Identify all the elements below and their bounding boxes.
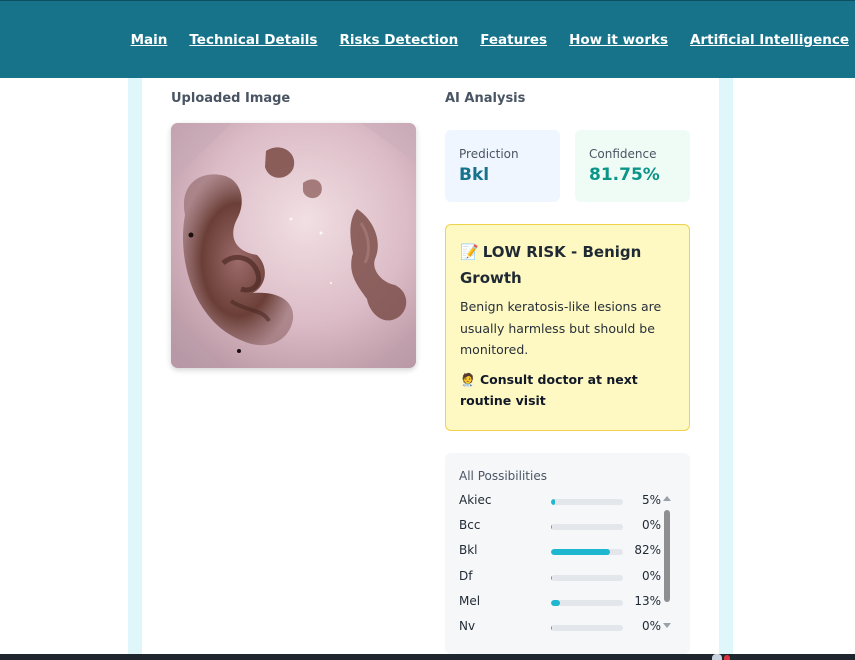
nav-link-how-it-works[interactable]: How it works	[569, 32, 668, 48]
prediction-label: Prediction	[459, 147, 519, 161]
nav-link-features[interactable]: Features	[480, 32, 547, 48]
nav-link-risks-detection[interactable]: Risks Detection	[339, 32, 458, 48]
confidence-card: Confidence 81.75%	[575, 130, 690, 202]
possibility-bar-track	[551, 625, 623, 631]
main-nav: Main Technical Details Risks Detection F…	[109, 32, 849, 48]
possibility-row: Df 0%	[459, 568, 669, 588]
possibility-bar-fill	[551, 599, 561, 606]
all-possibilities-panel[interactable]: All Possibilities Akiec 5% Bcc 0% Bkl 82% Df 0%…	[445, 453, 690, 654]
scroll-up-arrow-icon[interactable]	[663, 496, 671, 501]
possibility-row: Mel 13%	[459, 593, 669, 613]
scroll-down-arrow-icon[interactable]	[663, 623, 671, 628]
risk-description: Benign keratosis-like lesions are usuall…	[460, 299, 662, 357]
possibility-bar-fill	[551, 499, 555, 505]
possibility-percent: 5%	[641, 493, 661, 507]
prediction-value: Bkl	[459, 165, 490, 185]
doctor-icon: 🧑‍⚕️	[460, 371, 476, 387]
tray-badge-icon	[724, 655, 730, 660]
top-navigation-bar: Main Technical Details Risks Detection F…	[0, 0, 855, 78]
possibility-row: Akiec 5%	[459, 492, 669, 512]
possibility-name: Mel	[459, 593, 481, 608]
uploaded-image-heading: Uploaded Image	[171, 91, 291, 106]
possibility-bar-fill	[551, 625, 553, 631]
confidence-value: 81.75%	[589, 165, 660, 185]
lesion-image-drawing	[171, 123, 416, 368]
possibility-bar-track	[551, 549, 623, 556]
possibility-bar-fill	[551, 574, 553, 581]
possibility-bar-track	[551, 524, 623, 531]
tray-icon	[712, 654, 722, 660]
risk-action-line: 🧑‍⚕️ Consult doctor at next routine visi…	[460, 369, 675, 411]
risk-assessment-box: 📝 LOW RISK - Benign Growth Benign keratos…	[445, 224, 690, 431]
possibilities-scrollbar[interactable]	[662, 496, 672, 634]
nav-link-main[interactable]: Main	[131, 32, 168, 48]
possibility-name: Nv	[459, 619, 476, 633]
risk-title-line: 📝 LOW RISK - Benign Growth	[460, 239, 675, 291]
possibility-bar-track	[551, 574, 623, 581]
possibility-row: Bkl 82%	[459, 542, 669, 562]
possibility-percent: 82%	[634, 543, 661, 558]
prediction-card: Prediction Bkl	[445, 130, 560, 202]
nav-link-artificial-intelligence[interactable]: Artificial Intelligence	[690, 32, 849, 48]
memo-icon: 📝	[460, 243, 479, 261]
scroll-thumb[interactable]	[664, 510, 670, 602]
uploaded-lesion-image	[171, 123, 416, 368]
possibility-bar-track	[551, 499, 623, 505]
risk-action: Consult doctor at next routine visit	[460, 371, 638, 408]
possibility-percent: 0%	[641, 568, 661, 583]
confidence-label: Confidence	[589, 147, 657, 161]
risk-title: LOW RISK - Benign Growth	[460, 243, 642, 287]
possibility-bar-fill	[551, 549, 611, 556]
possibility-bar-fill	[551, 524, 553, 531]
possibility-name: Bkl	[459, 543, 478, 558]
possibility-row: Bcc 0%	[459, 517, 669, 537]
possibility-percent: 0%	[641, 518, 661, 533]
nav-link-technical-details[interactable]: Technical Details	[189, 32, 317, 48]
possibility-name: Df	[459, 568, 473, 583]
possibility-name: Bcc	[459, 518, 481, 533]
possibilities-title: All Possibilities	[459, 469, 547, 483]
possibility-percent: 0%	[641, 619, 661, 633]
possibility-name: Akiec	[459, 493, 492, 507]
possibility-bar-track	[551, 599, 623, 606]
possibility-percent: 13%	[634, 593, 661, 608]
possibility-row: Nv 0%	[459, 618, 669, 638]
ai-analysis-heading: AI Analysis	[445, 91, 526, 106]
